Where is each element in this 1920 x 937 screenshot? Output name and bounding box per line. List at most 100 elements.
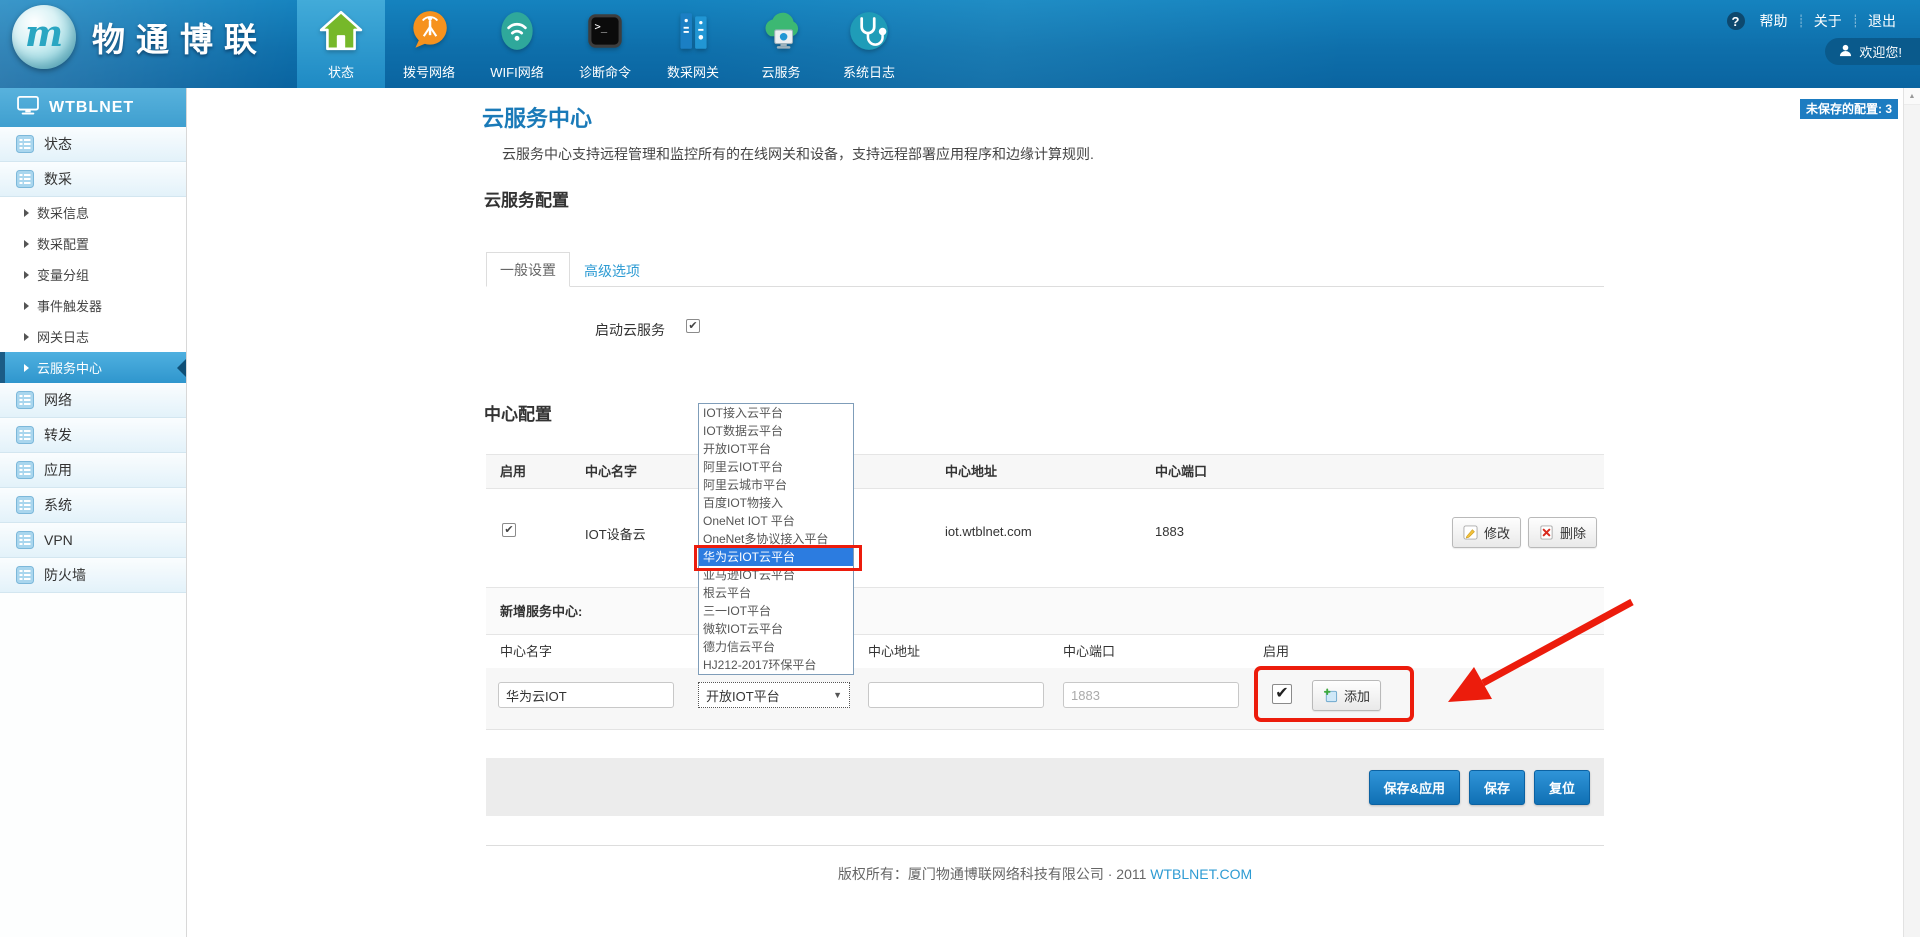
sidebar-item-VPN[interactable]: VPN — [0, 523, 186, 558]
topbar: m 物通博联 状态拨号网络WIFI网络>_诊断命令数采网关云服务系统日志 ? 帮… — [0, 0, 1920, 88]
device-name: WTBLNET — [49, 99, 134, 117]
reset-button[interactable]: 复位 — [1534, 770, 1590, 805]
edit-pencil-icon — [1463, 525, 1478, 540]
svg-text:>_: >_ — [595, 21, 608, 33]
nav-item-数采网关[interactable]: 数采网关 — [649, 0, 737, 88]
sidebar-item-网关日志[interactable]: 网关日志 — [0, 321, 186, 352]
sidebar-item-防火墙[interactable]: 防火墙 — [0, 558, 186, 593]
save-apply-button[interactable]: 保存&应用 — [1369, 770, 1460, 805]
row-center-name: IOT设备云 — [585, 524, 646, 543]
list-icon — [16, 426, 34, 444]
nav-label: WIFI网络 — [473, 62, 561, 81]
col-enable: 启用 — [500, 455, 526, 489]
row-enable-checkbox[interactable] — [502, 523, 516, 537]
arrow-right-icon — [24, 302, 29, 310]
list-icon — [16, 170, 34, 188]
sidebar: WTBLNET 状态数采数采信息数采配置变量分组事件触发器网关日志云服务中心网络… — [0, 88, 187, 937]
sidebar-item-转发[interactable]: 转发 — [0, 418, 186, 453]
save-button[interactable]: 保存 — [1469, 770, 1525, 805]
top-nav: 状态拨号网络WIFI网络>_诊断命令数采网关云服务系统日志 — [297, 0, 913, 88]
list-icon — [16, 391, 34, 409]
center-type-select[interactable]: 开放IOT平台 ▼ — [698, 682, 850, 708]
dropdown-option[interactable]: IOT接入云平台 — [699, 404, 853, 422]
sidebar-item-网络[interactable]: 网络 — [0, 383, 186, 418]
dropdown-option[interactable]: 微软IOT云平台 — [699, 620, 853, 638]
sidebar-label: 网关日志 — [37, 327, 89, 346]
scroll-up-arrow-icon[interactable]: ▲ — [1904, 88, 1920, 105]
add-button[interactable]: 添加 — [1312, 680, 1381, 711]
dropdown-option[interactable]: 根云平台 — [699, 584, 853, 602]
table-header: 启用 中心名字 中心地址 中心端口 — [486, 454, 1604, 489]
nav-item-云服务[interactable]: 云服务 — [737, 0, 825, 88]
nav-item-WIFI网络[interactable]: WIFI网络 — [473, 0, 561, 88]
footer-link[interactable]: WTBLNET.COM — [1150, 866, 1252, 882]
col-name: 中心名字 — [585, 455, 637, 489]
dropdown-option[interactable]: OneNet IOT 平台 — [699, 512, 853, 530]
sidebar-label: 系统 — [44, 495, 72, 515]
logout-link[interactable]: 退出 — [1858, 11, 1906, 31]
delete-button[interactable]: 删除 — [1528, 517, 1597, 548]
tab-advanced-options[interactable]: 高级选项 — [584, 261, 640, 281]
sidebar-label: 防火墙 — [44, 565, 86, 585]
nav-item-系统日志[interactable]: 系统日志 — [825, 0, 913, 88]
action-button-bar: 保存&应用 保存 复位 — [486, 758, 1604, 816]
dropdown-option[interactable]: IOT数据云平台 — [699, 422, 853, 440]
dropdown-option[interactable]: OneNet多协议接入平台 — [699, 530, 853, 548]
dropdown-option[interactable]: 三一IOT平台 — [699, 602, 853, 620]
nav-item-状态[interactable]: 状态 — [297, 0, 385, 88]
footer-separator: · — [1108, 866, 1113, 882]
dropdown-option[interactable]: 华为云IOT云平台 — [699, 548, 853, 566]
sidebar-item-系统[interactable]: 系统 — [0, 488, 186, 523]
dropdown-option[interactable]: 百度IOT物接入 — [699, 494, 853, 512]
sidebar-item-应用[interactable]: 应用 — [0, 453, 186, 488]
edit-button[interactable]: 修改 — [1452, 517, 1521, 548]
row-center-address: iot.wtblnet.com — [945, 524, 1032, 539]
dropdown-option[interactable]: 阿里云IOT平台 — [699, 458, 853, 476]
add-service-title: 新增服务中心: — [486, 604, 582, 619]
about-link[interactable]: 关于 — [1804, 11, 1852, 31]
welcome-pill[interactable]: 欢迎您! — [1825, 38, 1920, 65]
nav-label: 系统日志 — [825, 62, 913, 81]
dropdown-option[interactable]: 亚马逊IOT云平台 — [699, 566, 853, 584]
center-address-input[interactable] — [868, 682, 1044, 708]
dropdown-option[interactable]: HJ212-2017环保平台 — [699, 656, 853, 674]
sidebar-label: 云服务中心 — [37, 358, 102, 377]
center-port-input[interactable] — [1063, 682, 1239, 708]
add-page-icon — [1323, 688, 1338, 703]
sidebar-item-数采配置[interactable]: 数采配置 — [0, 228, 186, 259]
add-enable-checkbox[interactable] — [1272, 684, 1292, 704]
sidebar-item-数采[interactable]: 数采 — [0, 162, 186, 197]
scrollbar[interactable]: ▲ — [1903, 88, 1920, 937]
help-link[interactable]: 帮助 — [1750, 11, 1798, 31]
dropdown-option[interactable]: 阿里云城市平台 — [699, 476, 853, 494]
nav-label: 拨号网络 — [385, 62, 473, 81]
enable-cloud-label: 启动云服务 — [486, 320, 665, 340]
footer-divider — [486, 845, 1604, 846]
nav-item-拨号网络[interactable]: 拨号网络 — [385, 0, 473, 88]
dropdown-option[interactable]: 德力信云平台 — [699, 638, 853, 656]
selected-type: 开放IOT平台 — [706, 686, 780, 705]
add-name-label: 中心名字 — [500, 641, 552, 660]
sidebar-item-状态[interactable]: 状态 — [0, 127, 186, 162]
tab-general-settings[interactable]: 一般设置 — [486, 252, 570, 287]
enable-cloud-checkbox[interactable] — [686, 319, 700, 333]
sidebar-label: 数采信息 — [37, 203, 89, 222]
sidebar-item-数采信息[interactable]: 数采信息 — [0, 197, 186, 228]
page-description: 云服务中心支持远程管理和监控所有的在线网关和设备，支持远程部署应用程序和边缘计算… — [502, 144, 1094, 164]
dial-network-icon — [406, 8, 452, 54]
nav-item-诊断命令[interactable]: >_诊断命令 — [561, 0, 649, 88]
delete-label: 删除 — [1560, 523, 1586, 542]
tab-bar: 一般设置 高级选项 — [486, 252, 1604, 287]
brand-name: 物通博联 — [92, 13, 268, 61]
sidebar-item-事件触发器[interactable]: 事件触发器 — [0, 290, 186, 321]
center-name-input[interactable] — [498, 682, 674, 708]
add-service-strip: 新增服务中心: — [486, 588, 1604, 635]
unsaved-config-badge[interactable]: 未保存的配置: 3 — [1800, 99, 1898, 119]
dropdown-option[interactable]: 开放IOT平台 — [699, 440, 853, 458]
nav-label: 数采网关 — [649, 62, 737, 81]
arrow-right-icon — [24, 364, 29, 372]
sidebar-item-云服务中心[interactable]: 云服务中心 — [0, 352, 186, 383]
sidebar-item-变量分组[interactable]: 变量分组 — [0, 259, 186, 290]
person-icon — [1839, 44, 1852, 60]
nav-label: 云服务 — [737, 62, 825, 81]
